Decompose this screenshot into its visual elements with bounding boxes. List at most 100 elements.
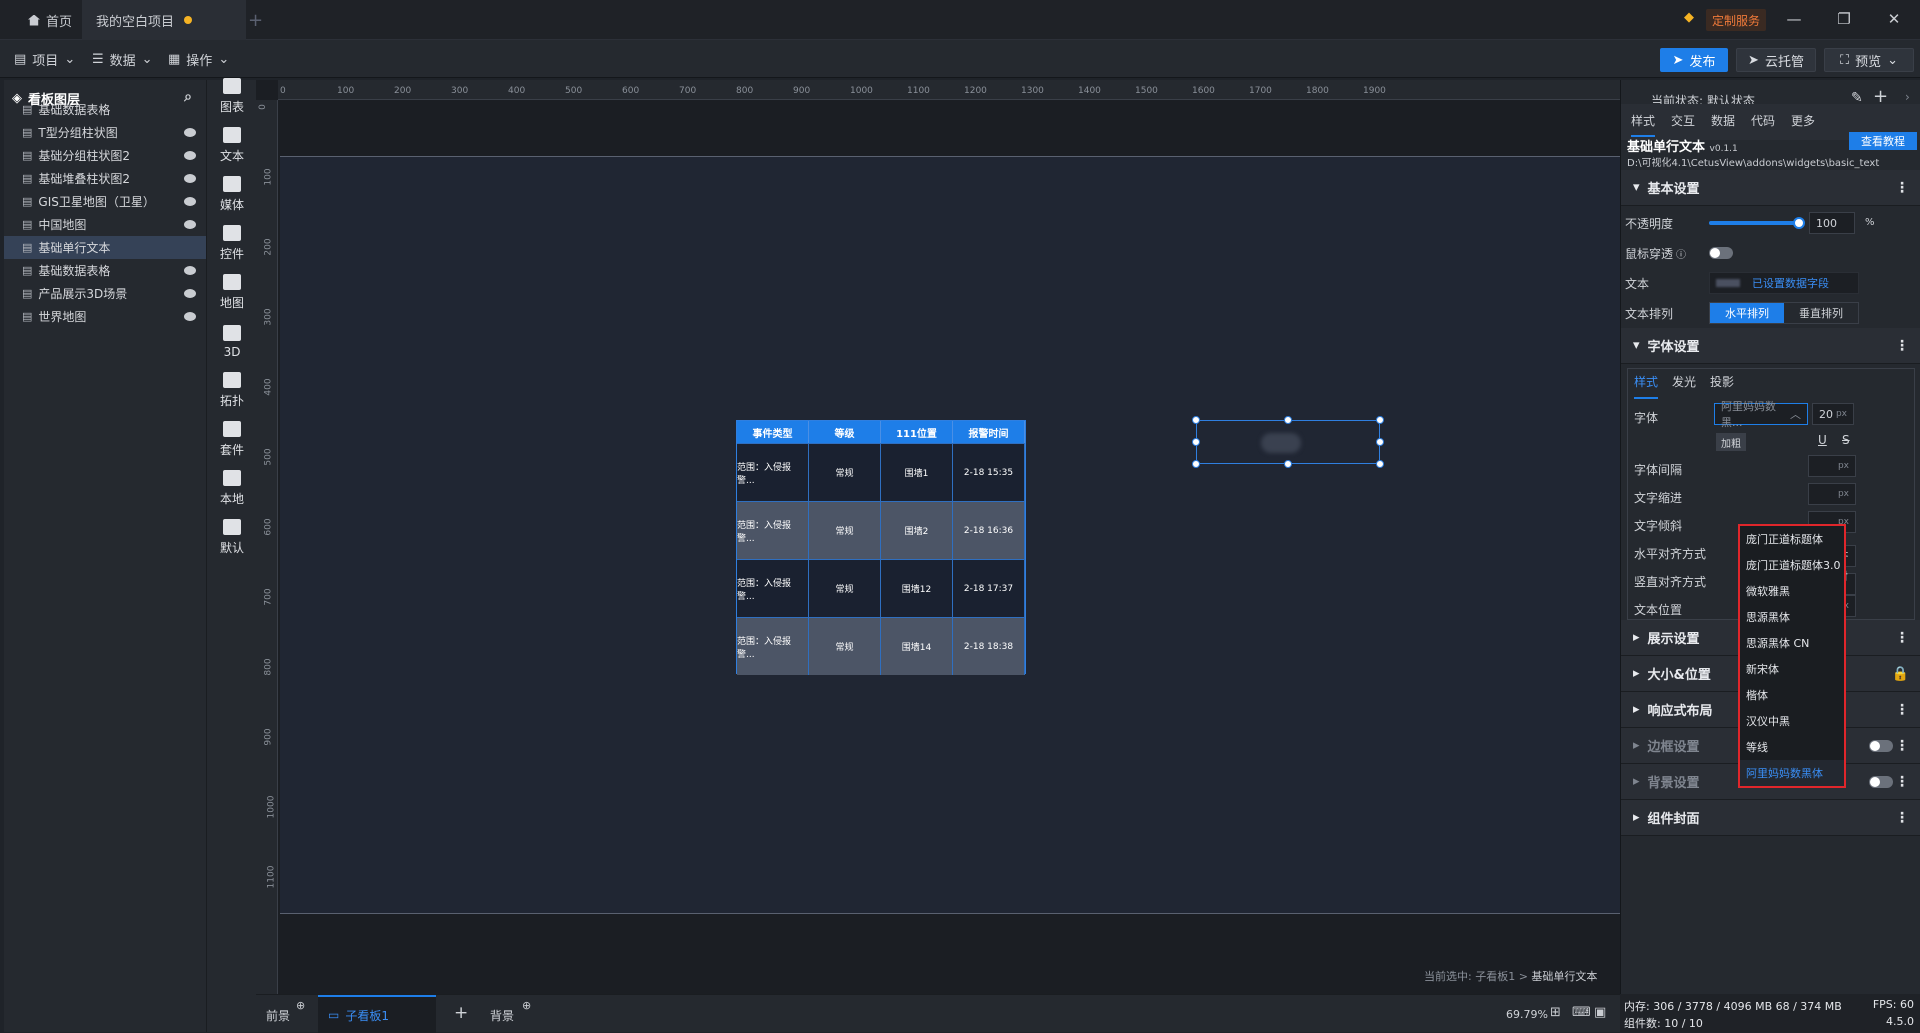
publish-button[interactable]: ➤ 发布: [1660, 48, 1728, 72]
close-icon[interactable]: ✕: [1884, 10, 1904, 28]
eye-icon[interactable]: [184, 151, 196, 160]
layer-item[interactable]: ▤ 基础堆叠柱状图2: [4, 167, 206, 190]
font-row-input[interactable]: px: [1808, 483, 1856, 505]
add-foreground-icon[interactable]: ⊕: [296, 999, 305, 1012]
more-icon[interactable]: ⋮: [1895, 630, 1909, 646]
tab-background[interactable]: 背景: [490, 1007, 514, 1024]
eye-icon[interactable]: [184, 312, 196, 321]
restore-icon[interactable]: ❐: [1834, 10, 1854, 28]
fit-screen-icon[interactable]: ⊞: [1550, 1005, 1561, 1020]
layer-item[interactable]: ▤ T型分组柱状图: [4, 121, 206, 144]
font-tab-2[interactable]: 投影: [1710, 373, 1734, 399]
minimize-icon[interactable]: —: [1784, 10, 1804, 28]
eye-icon[interactable]: [184, 220, 196, 229]
tool-7[interactable]: 套件: [207, 415, 257, 464]
more-icon[interactable]: ⋮: [1895, 810, 1909, 826]
eye-icon[interactable]: [184, 128, 196, 137]
more-icon[interactable]: ⋮: [1895, 774, 1909, 790]
tab-project[interactable]: 我的空白项目: [82, 0, 246, 40]
underline-icon[interactable]: U: [1818, 433, 1827, 447]
tool-8[interactable]: 本地: [207, 464, 257, 513]
font-option[interactable]: 汉仪中黑: [1740, 708, 1844, 734]
menu-operation[interactable]: ▦ 操作 ⌄: [168, 48, 229, 70]
layer-item[interactable]: ▤ 产品展示3D场景: [4, 282, 206, 305]
text-data-field[interactable]: 已设置数据字段: [1709, 272, 1859, 294]
panel-tab-4[interactable]: 更多: [1791, 112, 1815, 129]
font-option[interactable]: 庞门正道标题体3.0: [1740, 552, 1844, 578]
eye-icon[interactable]: [184, 266, 196, 275]
table-row[interactable]: 范围：入侵报警... 常规 围墙1 2-18 15:35: [737, 443, 1025, 501]
tab-foreground[interactable]: 前景: [266, 1007, 290, 1024]
more-icon[interactable]: ⋮: [1895, 702, 1909, 718]
resize-handle[interactable]: [1192, 460, 1200, 468]
arrange-vertical[interactable]: 垂直排列: [1784, 303, 1858, 323]
add-background-icon[interactable]: ⊕: [522, 999, 531, 1012]
font-option[interactable]: 阿里妈妈数黑体: [1740, 760, 1844, 786]
opacity-slider-knob[interactable]: [1793, 217, 1805, 229]
table-row[interactable]: 范围：入侵报警... 常规 围墙12 2-18 17:37: [737, 559, 1025, 617]
layer-item[interactable]: ▤ 基础分组柱状图2: [4, 144, 206, 167]
tool-2[interactable]: 媒体: [207, 170, 257, 219]
more-icon[interactable]: ⋮: [1895, 738, 1909, 754]
resize-handle[interactable]: [1376, 416, 1384, 424]
eye-icon[interactable]: [184, 197, 196, 206]
zoom-level[interactable]: 69.79%: [1506, 1008, 1548, 1021]
resize-handle[interactable]: [1192, 438, 1200, 446]
chevron-right-icon[interactable]: ›: [1905, 90, 1910, 104]
tool-9[interactable]: 默认: [207, 513, 257, 562]
panel-tab-3[interactable]: 代码: [1751, 112, 1775, 129]
selected-text-widget[interactable]: [1192, 416, 1384, 468]
font-row-input[interactable]: px: [1808, 455, 1856, 477]
resize-handle[interactable]: [1192, 416, 1200, 424]
table-row[interactable]: 范围：入侵报警... 常规 围墙2 2-18 16:36: [737, 501, 1025, 559]
resize-handle[interactable]: [1376, 460, 1384, 468]
tool-1[interactable]: 文本: [207, 121, 257, 170]
eye-icon[interactable]: [184, 289, 196, 298]
help-icon[interactable]: ⓘ: [1676, 246, 1686, 261]
eye-icon[interactable]: [184, 174, 196, 183]
bold-toggle[interactable]: 加粗: [1716, 433, 1746, 451]
layer-item[interactable]: ▤ 中国地图: [4, 213, 206, 236]
font-option[interactable]: 楷体: [1740, 682, 1844, 708]
table-row[interactable]: 范围：入侵报警... 常规 围墙14 2-18 18:38: [737, 617, 1025, 675]
opacity-slider-track[interactable]: [1709, 217, 1805, 229]
font-option[interactable]: 庞门正道标题体: [1740, 526, 1844, 552]
font-tab-0[interactable]: 样式: [1634, 373, 1659, 399]
mouse-through-toggle[interactable]: [1709, 247, 1733, 259]
panel-tab-0[interactable]: 样式: [1631, 112, 1656, 137]
font-option[interactable]: 思源黑体: [1740, 604, 1844, 630]
cloud-button[interactable]: ➤ 云托管: [1736, 48, 1816, 72]
tool-0[interactable]: 图表: [207, 72, 257, 121]
font-option[interactable]: 新宋体: [1740, 656, 1844, 682]
font-tab-1[interactable]: 发光: [1672, 373, 1696, 399]
arrange-horizontal[interactable]: 水平排列: [1710, 303, 1784, 323]
section-cover[interactable]: ▸ 组件封面 ⋮: [1621, 800, 1920, 836]
layer-item[interactable]: ▤ GIS卫星地图（卫星）: [4, 190, 206, 213]
font-option[interactable]: 微软雅黑: [1740, 578, 1844, 604]
add-board-icon[interactable]: +: [454, 1003, 468, 1023]
lock-icon[interactable]: 🔒: [1892, 666, 1909, 682]
tool-6[interactable]: 拓扑: [207, 366, 257, 415]
tool-3[interactable]: 控件: [207, 219, 257, 268]
layer-item[interactable]: ▤ 基础单行文本: [4, 236, 206, 259]
custom-service-button[interactable]: 定制服务: [1706, 9, 1767, 31]
data-table-widget[interactable]: 事件类型 等级 111位置 报警时间 范围：入侵报警... 常规 围墙1 2-18 15:3…: [736, 420, 1026, 675]
tool-4[interactable]: 地图: [207, 268, 257, 317]
new-tab-icon[interactable]: +: [248, 10, 263, 31]
section-font[interactable]: ▾ 字体设置 ⋮: [1621, 328, 1920, 364]
keyboard-icon[interactable]: ⌨: [1572, 1005, 1591, 1020]
preview-button[interactable]: ⛶ 预览 ⌄: [1824, 48, 1914, 72]
tab-subboard[interactable]: ▭ 子看板1: [318, 995, 436, 1033]
font-select[interactable]: 阿里妈妈数黑... ︿: [1714, 400, 1808, 429]
more-icon[interactable]: ⋮: [1895, 338, 1909, 354]
background-toggle[interactable]: [1869, 776, 1893, 788]
menu-data[interactable]: ☰ 数据 ⌄: [92, 48, 153, 70]
strikethrough-icon[interactable]: S: [1842, 433, 1850, 447]
opacity-input[interactable]: 100: [1809, 212, 1855, 234]
resize-handle[interactable]: [1376, 438, 1384, 446]
section-basic[interactable]: ▾ 基本设置 ⋮: [1621, 170, 1920, 206]
resize-handle[interactable]: [1284, 416, 1292, 424]
tool-5[interactable]: 3D: [207, 317, 257, 366]
font-option[interactable]: 等线: [1740, 734, 1844, 760]
font-option[interactable]: 思源黑体 CN: [1740, 630, 1844, 656]
